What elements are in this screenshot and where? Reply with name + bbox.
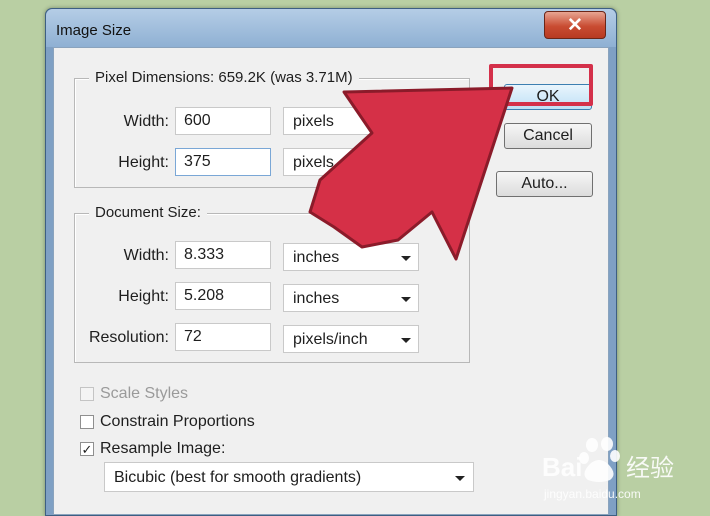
pixel-height-field[interactable]: 375: [175, 148, 271, 176]
chevron-down-icon: [401, 338, 411, 343]
dialog-title: Image Size: [56, 22, 132, 39]
pixel-width-field[interactable]: 600: [175, 107, 271, 135]
pixel-height-unit-select[interactable]: pixels: [283, 148, 403, 176]
resample-image-label: Resample Image:: [100, 440, 226, 457]
pixel-width-label: Width:: [123, 113, 169, 130]
chevron-down-icon: [401, 256, 411, 261]
ok-highlight-box: [489, 64, 593, 106]
document-width-unit-select[interactable]: inches: [283, 243, 419, 271]
chevron-down-icon: [455, 476, 465, 481]
auto-button[interactable]: Auto...: [496, 171, 593, 197]
pixel-dimensions-legend: Pixel Dimensions: 659.2K (was 3.71M): [89, 69, 359, 86]
document-height-unit-value: inches: [293, 290, 340, 307]
pixel-width-unit-select[interactable]: pixels: [283, 107, 403, 135]
resample-image-checkbox[interactable]: ✓: [80, 442, 94, 456]
pixel-dimensions-group: Pixel Dimensions: 659.2K (was 3.71M) Wid…: [74, 69, 470, 188]
checkmark-icon: ✓: [81, 441, 93, 457]
document-width-unit-value: inches: [293, 249, 340, 266]
scale-styles-label: Scale Styles: [100, 385, 189, 402]
document-height-unit-select[interactable]: inches: [283, 284, 419, 312]
scale-styles-checkbox: [80, 387, 94, 401]
watermark-brand-suffix: 经验: [626, 454, 674, 482]
pixel-height-label: Height:: [118, 154, 169, 171]
resolution-unit-value: pixels/inch: [293, 331, 368, 348]
cancel-button[interactable]: Cancel: [504, 123, 592, 149]
pixel-width-unit-value: pixels: [293, 113, 334, 130]
document-width-field[interactable]: 8.333: [175, 241, 271, 269]
resample-image-option[interactable]: ✓ Resample Image:: [80, 439, 225, 459]
chevron-down-icon: [401, 297, 411, 302]
baidu-watermark-icon: Bai 经验 jingyan.baidu.com: [542, 437, 674, 501]
constrain-proportions-label: Constrain Proportions: [100, 413, 255, 430]
document-height-label: Height:: [118, 288, 169, 305]
scale-styles-option: Scale Styles: [80, 384, 188, 404]
resample-method-select[interactable]: Bicubic (best for smooth gradients): [104, 462, 474, 492]
close-icon: ✕: [567, 14, 583, 36]
resolution-field[interactable]: 72: [175, 323, 271, 351]
constrain-proportions-option[interactable]: Constrain Proportions: [80, 412, 255, 432]
document-height-field[interactable]: 5.208: [175, 282, 271, 310]
document-width-label: Width:: [123, 247, 169, 264]
resample-method-value: Bicubic (best for smooth gradients): [114, 469, 362, 486]
document-size-legend: Document Size:: [89, 204, 207, 221]
dialog-body: Pixel Dimensions: 659.2K (was 3.71M) Wid…: [53, 47, 609, 515]
document-size-group: Document Size: Width: 8.333 inches Heigh…: [74, 204, 470, 363]
close-button[interactable]: ✕: [544, 11, 606, 39]
constrain-proportions-checkbox[interactable]: [80, 415, 94, 429]
resolution-label: Resolution:: [88, 329, 169, 346]
pixel-height-unit-value: pixels: [293, 154, 334, 171]
watermark-url: jingyan.baidu.com: [543, 487, 641, 501]
resolution-unit-select[interactable]: pixels/inch: [283, 325, 419, 353]
title-bar: Image Size ✕: [46, 9, 616, 47]
watermark-brand: Bai: [542, 452, 582, 482]
